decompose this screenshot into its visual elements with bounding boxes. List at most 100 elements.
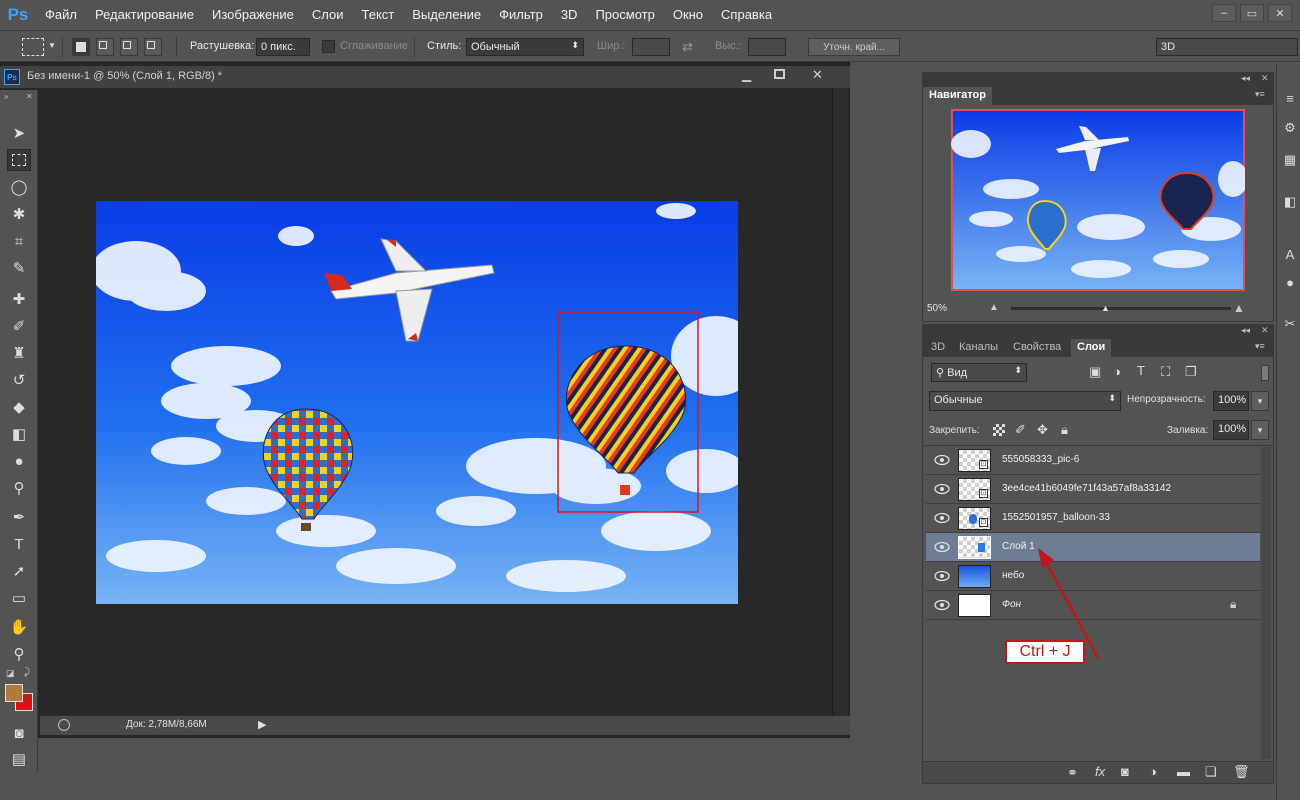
actions-panel-icon[interactable]: ⚙ bbox=[1280, 118, 1300, 138]
adjustment-layer-icon[interactable]: ◑ bbox=[1149, 764, 1157, 779]
close-tools-icon[interactable]: ✕ bbox=[26, 92, 33, 101]
status-circle-icon[interactable] bbox=[58, 719, 70, 731]
menu-help[interactable]: Справка bbox=[712, 0, 781, 30]
zoom-slider-track[interactable] bbox=[1011, 307, 1231, 310]
clone-stamp-tool-icon[interactable]: ♜ bbox=[7, 342, 31, 364]
lock-transparency-icon[interactable] bbox=[993, 424, 1005, 436]
hand-tool-icon[interactable]: ✋ bbox=[7, 616, 31, 638]
blend-mode-select[interactable]: Обычные ⬍ bbox=[929, 391, 1121, 411]
layer-name[interactable]: 1552501957_balloon-33 bbox=[1002, 512, 1110, 523]
restore-button[interactable]: ▭ bbox=[1240, 4, 1264, 22]
blur-tool-icon[interactable]: ● bbox=[7, 450, 31, 472]
fx-icon[interactable]: fx bbox=[1095, 764, 1105, 779]
type-tool-icon[interactable]: T bbox=[7, 533, 31, 555]
layer-row[interactable]: ⊡ 3ee4ce41b6049fe71f43a57af8a33142 bbox=[926, 475, 1260, 504]
eye-icon[interactable] bbox=[934, 570, 950, 582]
menu-image[interactable]: Изображение bbox=[203, 0, 303, 30]
eraser-tool-icon[interactable]: ◆ bbox=[7, 396, 31, 418]
eye-icon[interactable] bbox=[934, 512, 950, 524]
lock-pixels-icon[interactable]: ✐ bbox=[1015, 422, 1026, 438]
feather-input[interactable]: 0 пикс. bbox=[256, 38, 310, 56]
dodge-tool-icon[interactable]: ⚲ bbox=[7, 477, 31, 499]
layers-scrollbar[interactable] bbox=[1261, 447, 1271, 759]
navigator-zoom-value[interactable]: 50% bbox=[927, 303, 947, 314]
quick-mask-icon[interactable]: ◙ bbox=[7, 722, 31, 744]
style-select[interactable]: Обычный ⬍ bbox=[466, 38, 584, 56]
navigator-preview[interactable] bbox=[951, 109, 1245, 291]
crop-tool-icon[interactable]: ⌗ bbox=[7, 230, 31, 252]
layer-row[interactable]: ⊡ 1552501957_balloon-33 bbox=[926, 504, 1260, 533]
collapse-icon[interactable]: ◂◂ bbox=[1241, 73, 1250, 84]
vertical-scrollbar[interactable] bbox=[832, 88, 848, 716]
foreground-color-swatch[interactable] bbox=[5, 684, 23, 702]
lock-position-icon[interactable]: ✥ bbox=[1037, 422, 1048, 438]
eyedropper-tool-icon[interactable]: ✎ bbox=[7, 257, 31, 279]
layer-name[interactable]: 555058333_pic-6 bbox=[1002, 454, 1079, 465]
layer-row[interactable]: ⊡ 555058333_pic-6 bbox=[926, 446, 1260, 475]
zoom-tool-icon[interactable]: ⚲ bbox=[7, 643, 31, 665]
menu-filter[interactable]: Фильтр bbox=[490, 0, 552, 30]
filter-type-icon[interactable]: T bbox=[1137, 363, 1145, 378]
tab-navigator[interactable]: Навигатор bbox=[923, 87, 992, 105]
tool-presets-icon[interactable]: ✂ bbox=[1280, 314, 1300, 334]
menu-file[interactable]: Файл bbox=[36, 0, 86, 30]
filter-smart-object-icon[interactable]: ❐ bbox=[1185, 364, 1197, 380]
history-brush-tool-icon[interactable]: ↺ bbox=[7, 369, 31, 391]
filter-adjustment-icon[interactable]: ◑ bbox=[1113, 364, 1121, 379]
close-panel-icon[interactable]: ✕ bbox=[1261, 73, 1269, 84]
opacity-input[interactable]: 100% bbox=[1213, 391, 1249, 411]
doc-minimize-icon[interactable]: ▁ bbox=[742, 68, 751, 82]
menu-layers[interactable]: Слои bbox=[303, 0, 353, 30]
layer-name[interactable]: 3ee4ce41b6049fe71f43a57af8a33142 bbox=[1002, 483, 1171, 494]
zoom-in-icon[interactable]: ▲ bbox=[1233, 301, 1245, 315]
refine-edge-button[interactable]: Уточн. край... bbox=[808, 38, 900, 56]
path-selection-tool-icon[interactable]: ➚ bbox=[7, 560, 31, 582]
move-tool-icon[interactable]: ➤ bbox=[7, 122, 31, 144]
swap-icon[interactable]: ⇄ bbox=[682, 39, 693, 55]
eye-icon[interactable] bbox=[934, 541, 950, 553]
close-panel-icon[interactable]: ✕ bbox=[1261, 325, 1269, 336]
pen-tool-icon[interactable]: ✒ bbox=[7, 506, 31, 528]
paint-bucket-tool-icon[interactable]: ◧ bbox=[7, 423, 31, 445]
document-tab[interactable]: Ps Без имени-1 @ 50% (Слой 1, RGB/8) * ▁… bbox=[0, 66, 850, 88]
menu-window[interactable]: Окно bbox=[664, 0, 712, 30]
add-mask-icon[interactable]: ◙ bbox=[1121, 764, 1129, 779]
character-panel-icon[interactable]: A bbox=[1280, 244, 1300, 264]
marquee-tool-icon[interactable] bbox=[7, 149, 31, 171]
swatches-panel-icon[interactable]: ▦ bbox=[1280, 150, 1300, 170]
group-folder-icon[interactable]: ▬ bbox=[1177, 764, 1190, 779]
eye-icon[interactable] bbox=[934, 483, 950, 495]
menu-edit[interactable]: Редактирование bbox=[86, 0, 203, 30]
adjustments-panel-icon[interactable]: ◧ bbox=[1280, 192, 1300, 212]
antialias-checkbox[interactable] bbox=[322, 40, 335, 53]
chevron-down-icon[interactable]: ▼ bbox=[48, 41, 56, 50]
new-layer-icon[interactable]: ❏ bbox=[1205, 764, 1217, 780]
marquee-preset-icon[interactable] bbox=[22, 38, 44, 56]
layer-name[interactable]: Фон bbox=[1002, 599, 1021, 610]
close-app-button[interactable]: ✕ bbox=[1268, 4, 1292, 22]
doc-close-icon[interactable]: ✕ bbox=[812, 67, 823, 83]
zoom-slider-handle[interactable]: ▲ bbox=[1101, 303, 1110, 313]
screen-mode-icon[interactable]: ▤ bbox=[7, 748, 31, 770]
menu-select[interactable]: Выделение bbox=[403, 0, 490, 30]
doc-maximize-icon[interactable] bbox=[774, 69, 785, 79]
status-menu-arrow-icon[interactable]: ▶ bbox=[258, 718, 266, 731]
brush-tool-icon[interactable]: ✐ bbox=[7, 315, 31, 337]
panel-menu-icon[interactable]: ▾≡ bbox=[1255, 89, 1265, 100]
magic-wand-tool-icon[interactable]: ✱ bbox=[7, 203, 31, 225]
expand-tools-icon[interactable]: » bbox=[4, 92, 8, 101]
menu-view[interactable]: Просмотр bbox=[586, 0, 663, 30]
filter-pixel-icon[interactable]: ▣ bbox=[1089, 364, 1101, 380]
opacity-dropdown-icon[interactable]: ▾ bbox=[1251, 391, 1269, 411]
menu-type[interactable]: Текст bbox=[353, 0, 404, 30]
tab-channels[interactable]: Каналы bbox=[953, 339, 1004, 357]
filter-toggle-switch[interactable] bbox=[1261, 365, 1269, 381]
eye-icon[interactable] bbox=[934, 454, 950, 466]
rectangle-tool-icon[interactable]: ▭ bbox=[7, 587, 31, 609]
tab-layers[interactable]: Слои bbox=[1071, 339, 1112, 357]
collapse-icon[interactable]: ◂◂ bbox=[1241, 325, 1250, 336]
lasso-tool-icon[interactable]: ◯ bbox=[7, 176, 31, 198]
tab-properties[interactable]: Свойства bbox=[1007, 339, 1067, 357]
minimize-button[interactable]: – bbox=[1212, 4, 1236, 22]
history-panel-icon[interactable]: ≡ bbox=[1280, 88, 1300, 108]
